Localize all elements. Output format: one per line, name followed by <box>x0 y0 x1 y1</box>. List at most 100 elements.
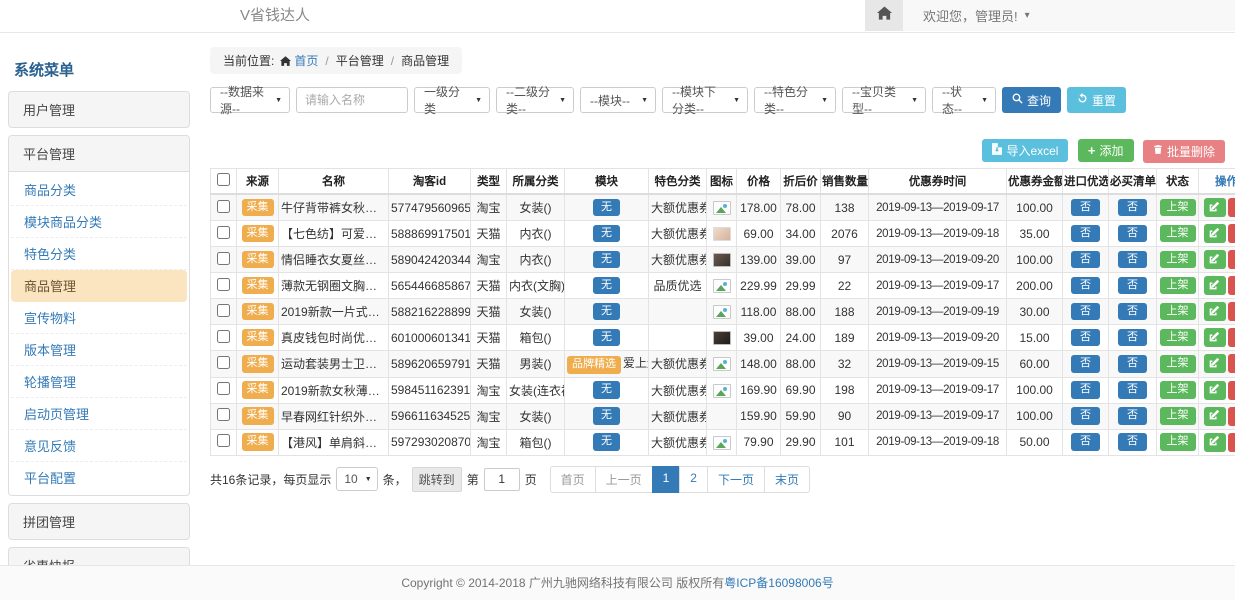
must-buy-toggle[interactable]: 否 <box>1118 277 1147 295</box>
module-badge[interactable]: 无 <box>593 329 620 347</box>
delete-button[interactable] <box>1228 354 1235 373</box>
filter-category2-select[interactable]: --二级分类--▼ <box>496 87 574 113</box>
home-button[interactable] <box>865 0 903 31</box>
sidebar-panel-label[interactable]: 用户管理 <box>9 92 189 127</box>
module-badge[interactable]: 无 <box>593 381 620 399</box>
reset-button[interactable]: 重置 <box>1067 87 1126 113</box>
sidebar-item-platform-config[interactable]: 平台配置 <box>11 462 187 493</box>
sidebar-item-promo-materials[interactable]: 宣传物料 <box>11 302 187 334</box>
must-buy-toggle[interactable]: 否 <box>1118 381 1147 399</box>
row-checkbox[interactable] <box>217 304 230 317</box>
edit-button[interactable] <box>1204 433 1226 452</box>
import-select-toggle[interactable]: 否 <box>1071 251 1100 269</box>
delete-button[interactable] <box>1228 250 1235 269</box>
sidebar-panel-saving-express[interactable]: 省惠快报 <box>8 547 190 565</box>
edit-button[interactable] <box>1204 302 1226 321</box>
first-page-button[interactable]: 首页 <box>550 466 596 493</box>
sidebar-item-label[interactable]: 轮播管理 <box>11 366 187 397</box>
import-select-toggle[interactable]: 否 <box>1071 303 1100 321</box>
page-2-button[interactable]: 2 <box>679 466 708 493</box>
must-buy-toggle[interactable]: 否 <box>1118 303 1147 321</box>
edit-button[interactable] <box>1204 328 1226 347</box>
user-menu[interactable]: 欢迎您，管理员! ▾ <box>903 0 1030 31</box>
edit-button[interactable] <box>1204 381 1226 400</box>
edit-button[interactable] <box>1204 250 1226 269</box>
edit-button[interactable] <box>1204 276 1226 295</box>
search-button[interactable]: 查询 <box>1002 87 1061 113</box>
status-button[interactable]: 上架 <box>1160 355 1196 373</box>
select-all-checkbox[interactable] <box>217 173 230 186</box>
page-number-input[interactable] <box>484 468 520 491</box>
must-buy-toggle[interactable]: 否 <box>1118 225 1147 243</box>
status-button[interactable]: 上架 <box>1160 407 1196 425</box>
row-checkbox[interactable] <box>217 330 230 343</box>
must-buy-toggle[interactable]: 否 <box>1118 329 1147 347</box>
sidebar-item-splash-management[interactable]: 启动页管理 <box>11 398 187 430</box>
batch-delete-button[interactable]: 批量删除 <box>1143 140 1225 163</box>
module-badge[interactable]: 无 <box>593 407 620 425</box>
next-page-button[interactable]: 下一页 <box>707 466 765 493</box>
delete-button[interactable] <box>1228 433 1235 452</box>
status-button[interactable]: 上架 <box>1160 433 1196 451</box>
import-select-toggle[interactable]: 否 <box>1071 199 1100 217</box>
edit-button[interactable] <box>1204 198 1226 217</box>
status-button[interactable]: 上架 <box>1160 277 1196 295</box>
sidebar-item-carousel-management[interactable]: 轮播管理 <box>11 366 187 398</box>
jump-button[interactable]: 跳转到 <box>412 467 462 492</box>
row-checkbox[interactable] <box>217 252 230 265</box>
sidebar-item-feature-category[interactable]: 特色分类 <box>11 238 187 270</box>
sidebar-item-label[interactable]: 商品管理 <box>11 270 187 301</box>
filter-module-sub-select[interactable]: --模块下分类--▼ <box>662 87 748 113</box>
import-select-toggle[interactable]: 否 <box>1071 277 1100 295</box>
module-badge[interactable]: 品牌精选 <box>567 356 621 374</box>
add-button[interactable]: +添加 <box>1078 139 1134 162</box>
status-button[interactable]: 上架 <box>1160 225 1196 243</box>
import-select-toggle[interactable]: 否 <box>1071 433 1100 451</box>
sidebar-item-label[interactable]: 特色分类 <box>11 238 187 269</box>
name-search-input[interactable] <box>296 87 408 113</box>
module-badge[interactable]: 无 <box>593 277 620 295</box>
sidebar-item-label[interactable]: 版本管理 <box>11 334 187 365</box>
row-checkbox[interactable] <box>217 226 230 239</box>
import-excel-button[interactable]: 导入excel <box>982 139 1068 162</box>
must-buy-toggle[interactable]: 否 <box>1118 433 1147 451</box>
row-checkbox[interactable] <box>217 408 230 421</box>
sidebar-item-goods-management[interactable]: 商品管理 <box>11 270 187 302</box>
prev-page-button[interactable]: 上一页 <box>595 466 653 493</box>
sidebar-item-label[interactable]: 宣传物料 <box>11 302 187 333</box>
import-select-toggle[interactable]: 否 <box>1071 355 1100 373</box>
filter-data-source-select[interactable]: --数据来源--▼ <box>210 87 290 113</box>
row-checkbox[interactable] <box>217 382 230 395</box>
sidebar-item-module-goods-category[interactable]: 模块商品分类 <box>11 206 187 238</box>
module-badge[interactable]: 无 <box>593 225 620 243</box>
sidebar-item-version-management[interactable]: 版本管理 <box>11 334 187 366</box>
module-badge[interactable]: 无 <box>593 433 620 451</box>
delete-button[interactable] <box>1228 302 1235 321</box>
page-1-button[interactable]: 1 <box>652 466 681 493</box>
filter-feature-select[interactable]: --特色分类--▼ <box>754 87 836 113</box>
filter-status-select[interactable]: --状态--▼ <box>932 87 996 113</box>
sidebar-item-label[interactable]: 意见反馈 <box>11 430 187 461</box>
breadcrumb-home-link[interactable]: 首页 <box>294 54 318 68</box>
edit-button[interactable] <box>1204 407 1226 426</box>
sidebar-item-label[interactable]: 模块商品分类 <box>11 206 187 237</box>
module-badge[interactable]: 无 <box>593 303 620 321</box>
delete-button[interactable] <box>1228 224 1235 243</box>
sidebar-panel-label[interactable]: 拼团管理 <box>9 504 189 539</box>
delete-button[interactable] <box>1228 328 1235 347</box>
sidebar-panel-label[interactable]: 平台管理 <box>9 136 189 172</box>
filter-module-select[interactable]: --模块--▼ <box>580 87 656 113</box>
per-page-select[interactable]: 10▼ <box>336 467 377 491</box>
last-page-button[interactable]: 末页 <box>764 466 810 493</box>
module-badge[interactable]: 无 <box>593 199 620 217</box>
import-select-toggle[interactable]: 否 <box>1071 381 1100 399</box>
delete-button[interactable] <box>1228 198 1235 217</box>
must-buy-toggle[interactable]: 否 <box>1118 407 1147 425</box>
delete-button[interactable] <box>1228 381 1235 400</box>
delete-button[interactable] <box>1228 407 1235 426</box>
must-buy-toggle[interactable]: 否 <box>1118 199 1147 217</box>
status-button[interactable]: 上架 <box>1160 251 1196 269</box>
sidebar-panel-group-buy[interactable]: 拼团管理 <box>8 503 190 540</box>
status-button[interactable]: 上架 <box>1160 303 1196 321</box>
row-checkbox[interactable] <box>217 278 230 291</box>
